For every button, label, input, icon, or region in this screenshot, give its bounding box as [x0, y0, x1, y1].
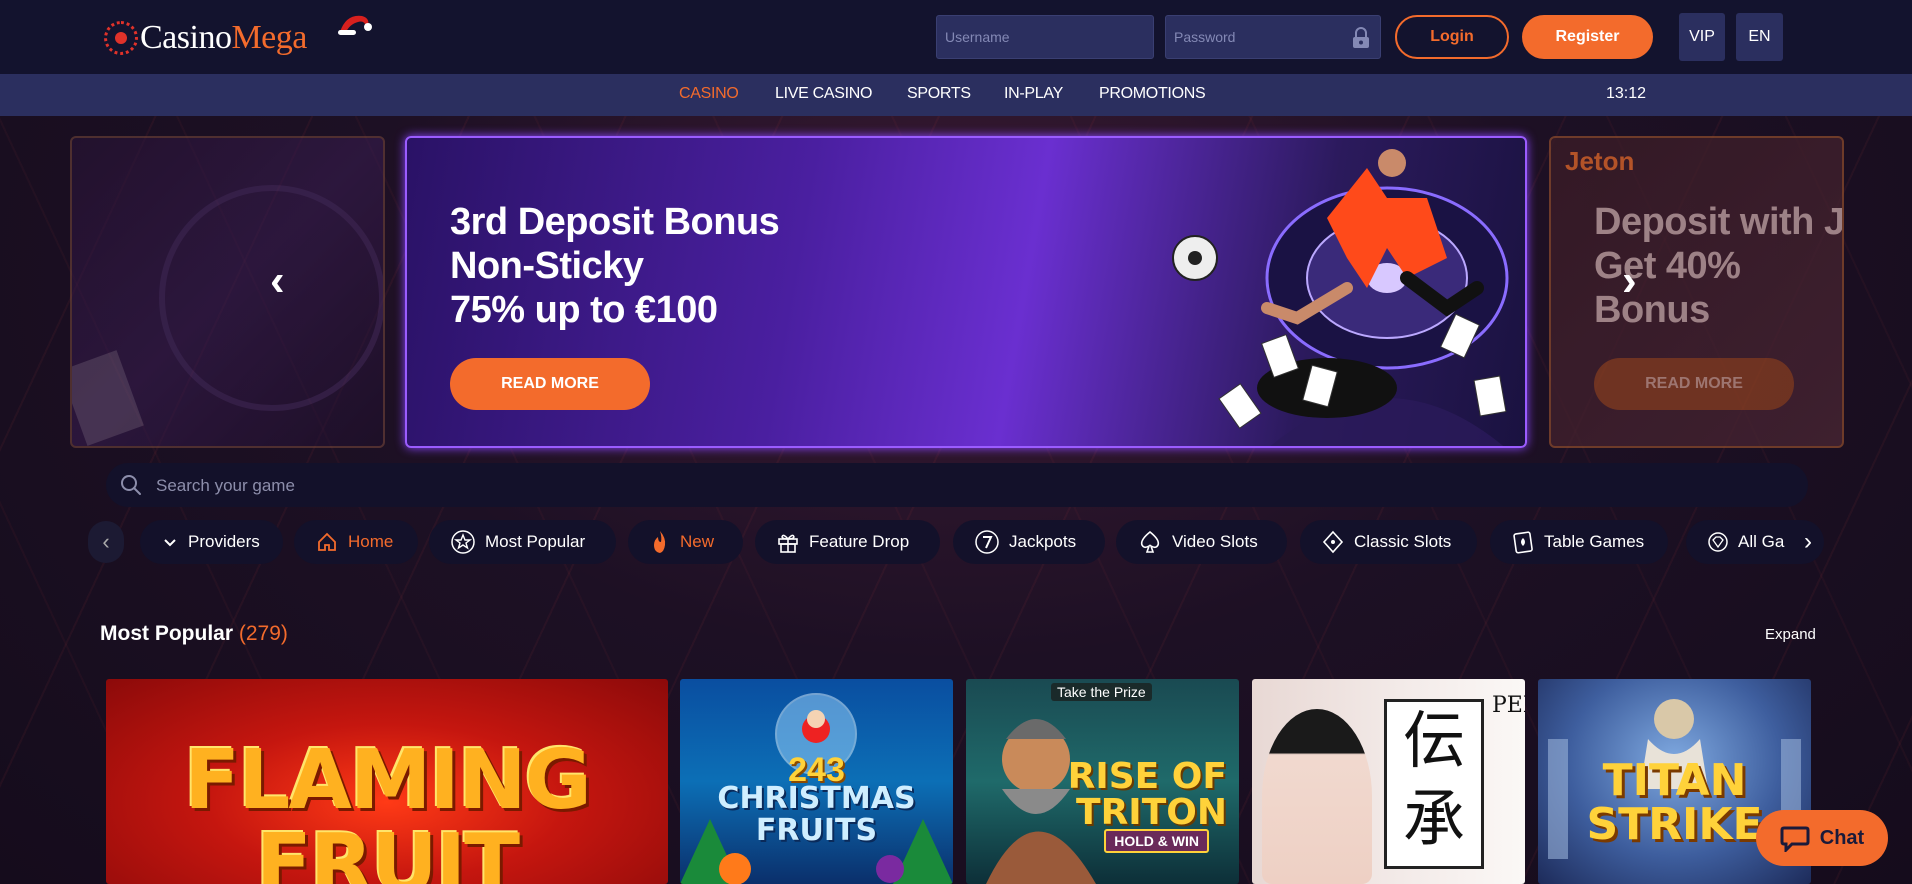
logo-text-mega: Mega: [231, 19, 307, 56]
slide-main-title-line3: 75% up to €100: [450, 289, 718, 331]
category-most-popular[interactable]: Most Popular: [429, 520, 616, 564]
game-tile-flaming-fruit[interactable]: FLAMING FRUIT: [106, 679, 668, 884]
diamond-icon: [1322, 530, 1344, 554]
category-label: Home: [348, 532, 394, 551]
game-title: RISE OF TRITON: [1067, 756, 1227, 833]
flame-icon: [654, 531, 666, 553]
lock-icon[interactable]: [1352, 27, 1370, 49]
slide-next-title-line1: Deposit with Je: [1594, 201, 1844, 243]
carousel-next-icon[interactable]: ›: [1622, 256, 1637, 306]
category-label: Jackpots: [1009, 532, 1077, 551]
categories-prev-icon[interactable]: ‹: [88, 521, 124, 563]
santa-hat-icon: [338, 15, 372, 35]
gem-icon: [1708, 532, 1728, 552]
nav-sports[interactable]: SPORTS: [907, 85, 971, 103]
search-icon: [121, 475, 141, 495]
home-icon: [318, 532, 336, 551]
game-tile-243-christmas-fruits[interactable]: 243 CHRISTMAS FRUITS: [680, 679, 953, 884]
category-new[interactable]: New: [628, 520, 743, 564]
username-input[interactable]: Username: [936, 15, 1154, 59]
category-jackpots[interactable]: Jackpots: [953, 520, 1105, 564]
chat-bubble-icon: [1780, 826, 1810, 852]
nav-in-play[interactable]: IN-PLAY: [1004, 85, 1063, 103]
expand-link[interactable]: Expand: [1765, 626, 1816, 643]
clock: 13:12: [1606, 85, 1647, 102]
category-table-games[interactable]: Table Games: [1490, 520, 1668, 564]
category-providers[interactable]: Providers: [140, 520, 283, 564]
logo-text-casino: Casino: [140, 19, 232, 56]
read-more-button[interactable]: READ MORE: [450, 358, 650, 410]
seven-icon: [975, 530, 999, 554]
category-feature-drop[interactable]: Feature Drop: [755, 520, 940, 564]
category-label: Most Popular: [485, 532, 586, 551]
nav-casino[interactable]: CASINO: [679, 85, 739, 103]
top-header: CasinoMega Username Password Login Regis…: [0, 0, 1912, 74]
vip-button[interactable]: VIP: [1679, 13, 1725, 61]
category-label: Table Games: [1544, 532, 1645, 551]
carousel-slide-main[interactable]: 3rd Deposit Bonus Non-Sticky 75% up to €…: [405, 136, 1527, 448]
slide-prev-art: [72, 185, 383, 446]
geisha-art: [1262, 709, 1372, 884]
logo-mark-icon: [104, 21, 138, 55]
category-classic-slots[interactable]: Classic Slots: [1300, 520, 1477, 564]
kanji-panel: 伝承: [1384, 699, 1484, 869]
password-input[interactable]: Password: [1165, 15, 1381, 59]
carousel-prev-icon[interactable]: ‹: [270, 256, 285, 306]
category-home[interactable]: Home: [294, 520, 418, 564]
hero-art: [1172, 149, 1509, 446]
site-logo[interactable]: CasinoMega: [104, 14, 372, 62]
spade-icon: [1140, 530, 1160, 553]
hold-and-win-badge: HOLD & WIN: [1104, 829, 1209, 853]
game-search-input[interactable]: Search your game: [106, 463, 1808, 507]
category-label: Classic Slots: [1354, 532, 1452, 551]
section-title: Most Popular (279): [100, 622, 288, 646]
chat-label: Chat: [1819, 826, 1865, 849]
category-label: New: [680, 532, 715, 551]
slide-main-title-line1: 3rd Deposit Bonus: [450, 201, 780, 243]
login-button[interactable]: Login: [1395, 15, 1509, 59]
language-button[interactable]: EN: [1736, 13, 1783, 61]
search-placeholder: Search your game: [156, 476, 295, 495]
nav-live-casino[interactable]: LIVE CASINO: [775, 85, 872, 103]
nav-promotions[interactable]: PROMOTIONS: [1099, 85, 1206, 103]
register-button[interactable]: Register: [1522, 15, 1653, 59]
game-tile-pengho[interactable]: 伝承 PENGHO: [1252, 679, 1525, 884]
category-label: Feature Drop: [809, 532, 910, 551]
jeton-logo: Jeton: [1565, 146, 1635, 176]
main-nav: CASINO LIVE CASINO SPORTS IN-PLAY PROMOT…: [0, 74, 1912, 116]
read-more-button-next[interactable]: READ MORE: [1594, 358, 1794, 410]
carousel-slide-next[interactable]: Jeton Deposit with Je Get 40% Bonus READ…: [1549, 136, 1844, 448]
carousel-slide-prev[interactable]: [70, 136, 385, 448]
gift-icon: [778, 534, 798, 553]
category-video-slots[interactable]: Video Slots: [1116, 520, 1287, 564]
game-title: FLAMING FRUIT: [184, 733, 592, 884]
game-title: PENGHO: [1492, 693, 1525, 718]
password-placeholder: Password: [1174, 29, 1236, 45]
categories-next-icon[interactable]: ›: [1790, 521, 1826, 563]
slide-main-title-line2: Non-Sticky: [450, 245, 644, 287]
category-label: All Ga: [1738, 532, 1785, 551]
category-label: Video Slots: [1172, 532, 1258, 551]
slide-main-title: 3rd Deposit Bonus Non-Sticky 75% up to €…: [450, 200, 780, 332]
game-title: CHRISTMAS FRUITS: [717, 781, 916, 848]
chevron-down-icon: [164, 539, 176, 547]
section-count: (279): [238, 622, 288, 645]
section-title-text: Most Popular: [100, 622, 234, 645]
chat-button[interactable]: Chat: [1756, 810, 1888, 866]
star-icon: [451, 530, 475, 554]
category-label: Providers: [188, 532, 260, 551]
take-the-prize-badge: Take the Prize: [1051, 683, 1152, 701]
game-tile-rise-of-triton[interactable]: Take the Prize RISE OF TRITON HOLD & WIN: [966, 679, 1239, 884]
card-icon: [1513, 531, 1533, 554]
